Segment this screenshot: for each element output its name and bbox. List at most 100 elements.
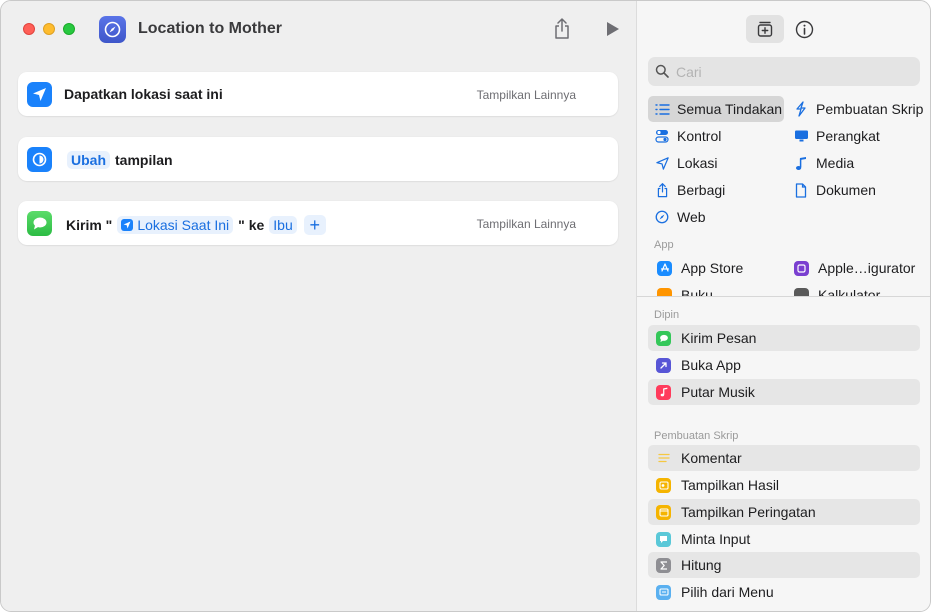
- category-label: Semua Tindakan: [677, 101, 783, 117]
- play-icon: [607, 22, 619, 36]
- document-icon: [793, 182, 809, 198]
- action-label: Putar Musik: [681, 384, 755, 400]
- run-button[interactable]: [601, 17, 625, 41]
- category-label: Media: [816, 155, 855, 171]
- action-item-choose-from-menu[interactable]: Pilih dari Menu: [648, 579, 920, 605]
- action-item-show-alert[interactable]: Tampilkan Peringatan: [648, 499, 920, 525]
- editor-pane: Location to Mother Dapatkan lokasi saat …: [1, 1, 636, 611]
- action-item-calculate[interactable]: Hitung: [648, 552, 920, 578]
- action-label: Tampilkan Hasil: [681, 477, 780, 493]
- open-app-arrow-icon: [656, 357, 671, 373]
- action-title: Kirim " Lokasi Saat Ini " ke Ibu +: [64, 215, 326, 235]
- category-label: Pembuatan Skrip: [816, 101, 924, 117]
- share-icon: [555, 18, 569, 39]
- action-label: Minta Input: [681, 531, 751, 547]
- info-icon: [795, 20, 813, 38]
- books-icon: [657, 287, 672, 296]
- action-label: Buka App: [681, 357, 741, 373]
- appearance-icon: [27, 147, 52, 172]
- location-arrow-icon: [654, 155, 670, 171]
- library-toggle-button[interactable]: [746, 15, 784, 43]
- location-arrow-icon: [121, 219, 134, 231]
- app-item-apple-configurator[interactable]: Apple…igurator: [788, 255, 928, 281]
- action-change-appearance[interactable]: Ubah tampilan: [18, 137, 618, 181]
- location-arrow-icon: [27, 82, 52, 107]
- list-icon: [654, 101, 670, 117]
- action-item-open-app[interactable]: Buka App: [648, 352, 920, 378]
- category-documents[interactable]: Dokumen: [787, 177, 927, 203]
- compass-icon[interactable]: [99, 16, 126, 43]
- app-store-icon: [657, 260, 672, 276]
- display-icon: [793, 128, 809, 144]
- search-icon: [655, 64, 669, 78]
- toggle-icon: [654, 128, 670, 144]
- recipient-token[interactable]: Ibu: [269, 216, 297, 234]
- category-control[interactable]: Kontrol: [648, 123, 784, 149]
- action-item-show-result[interactable]: Tampilkan Hasil: [648, 472, 920, 498]
- show-more-button[interactable]: Tampilkan Lainnya: [477, 217, 576, 231]
- section-label-pinned: Dipin: [654, 309, 680, 321]
- action-label: Hitung: [681, 557, 722, 573]
- search-field[interactable]: [648, 57, 920, 86]
- category-label: Kontrol: [677, 128, 722, 144]
- action-label: Komentar: [681, 450, 742, 466]
- action-title: Dapatkan lokasi saat ini: [64, 86, 223, 102]
- scripting-icon: [793, 101, 809, 117]
- compass-icon: [654, 209, 670, 225]
- category-all-actions[interactable]: Semua Tindakan: [648, 96, 784, 122]
- apple-configurator-icon: [794, 260, 809, 276]
- app-list: App Store Apple…igurator Buku Kalkulator: [637, 255, 930, 296]
- window-title: Location to Mother: [138, 20, 282, 37]
- app-label: Apple…igurator: [818, 260, 916, 276]
- library-add-icon: [757, 21, 773, 37]
- add-recipient-button[interactable]: +: [303, 215, 326, 235]
- category-label: Web: [677, 209, 706, 225]
- menu-icon: [656, 584, 671, 600]
- messages-icon: [27, 211, 52, 236]
- share-button[interactable]: [550, 17, 574, 41]
- minimize-window-button[interactable]: [43, 23, 55, 35]
- app-item-app-store[interactable]: App Store: [651, 255, 784, 281]
- section-label-scripting: Pembuatan Skrip: [654, 430, 739, 442]
- category-sharing[interactable]: Berbagi: [648, 177, 784, 203]
- pane-divider[interactable]: [637, 296, 930, 297]
- category-device[interactable]: Perangkat: [787, 123, 927, 149]
- close-window-button[interactable]: [23, 23, 35, 35]
- toggle-mode-token[interactable]: Ubah: [67, 151, 110, 169]
- calculator-icon: [794, 287, 809, 296]
- messages-icon: [656, 330, 671, 346]
- variable-token-current-location[interactable]: Lokasi Saat Ini: [117, 216, 234, 234]
- action-label: Kirim Pesan: [681, 330, 757, 346]
- shortcuts-window: Location to Mother Dapatkan lokasi saat …: [0, 0, 931, 612]
- variable-label: Lokasi Saat Ini: [137, 217, 230, 233]
- search-input[interactable]: [676, 61, 912, 82]
- category-web[interactable]: Web: [648, 204, 784, 230]
- action-library-pane: Semua Tindakan Pembuatan Skrip Kontrol: [636, 1, 930, 611]
- zoom-window-button[interactable]: [63, 23, 75, 35]
- action-label: Tampilkan Peringatan: [681, 504, 816, 520]
- music-note-icon: [656, 384, 671, 400]
- action-item-ask-input[interactable]: Minta Input: [648, 526, 920, 552]
- action-mid: " ke: [238, 217, 265, 233]
- action-item-play-music[interactable]: Putar Musik: [648, 379, 920, 405]
- action-item-comment[interactable]: Komentar: [648, 445, 920, 471]
- info-button[interactable]: [793, 18, 815, 40]
- titlebar: Location to Mother: [1, 1, 636, 59]
- app-label: Kalkulator: [818, 287, 881, 296]
- action-title: Ubah tampilan: [64, 151, 175, 169]
- app-item-calculator[interactable]: Kalkulator: [788, 282, 928, 296]
- category-scripting[interactable]: Pembuatan Skrip: [787, 96, 927, 122]
- category-location[interactable]: Lokasi: [648, 150, 784, 176]
- action-get-location[interactable]: Dapatkan lokasi saat ini Tampilkan Lainn…: [18, 72, 618, 116]
- music-note-icon: [793, 155, 809, 171]
- app-item-books[interactable]: Buku: [651, 282, 784, 296]
- action-send-message[interactable]: Kirim " Lokasi Saat Ini " ke Ibu + Tampi…: [18, 201, 618, 245]
- category-media[interactable]: Media: [787, 150, 927, 176]
- action-item-send-message[interactable]: Kirim Pesan: [648, 325, 920, 351]
- action-label: Pilih dari Menu: [681, 584, 774, 600]
- show-more-button[interactable]: Tampilkan Lainnya: [477, 88, 576, 102]
- ask-input-icon: [656, 531, 671, 547]
- show-result-icon: [656, 477, 671, 493]
- category-label: Dokumen: [816, 182, 876, 198]
- section-label-app: App: [654, 239, 674, 251]
